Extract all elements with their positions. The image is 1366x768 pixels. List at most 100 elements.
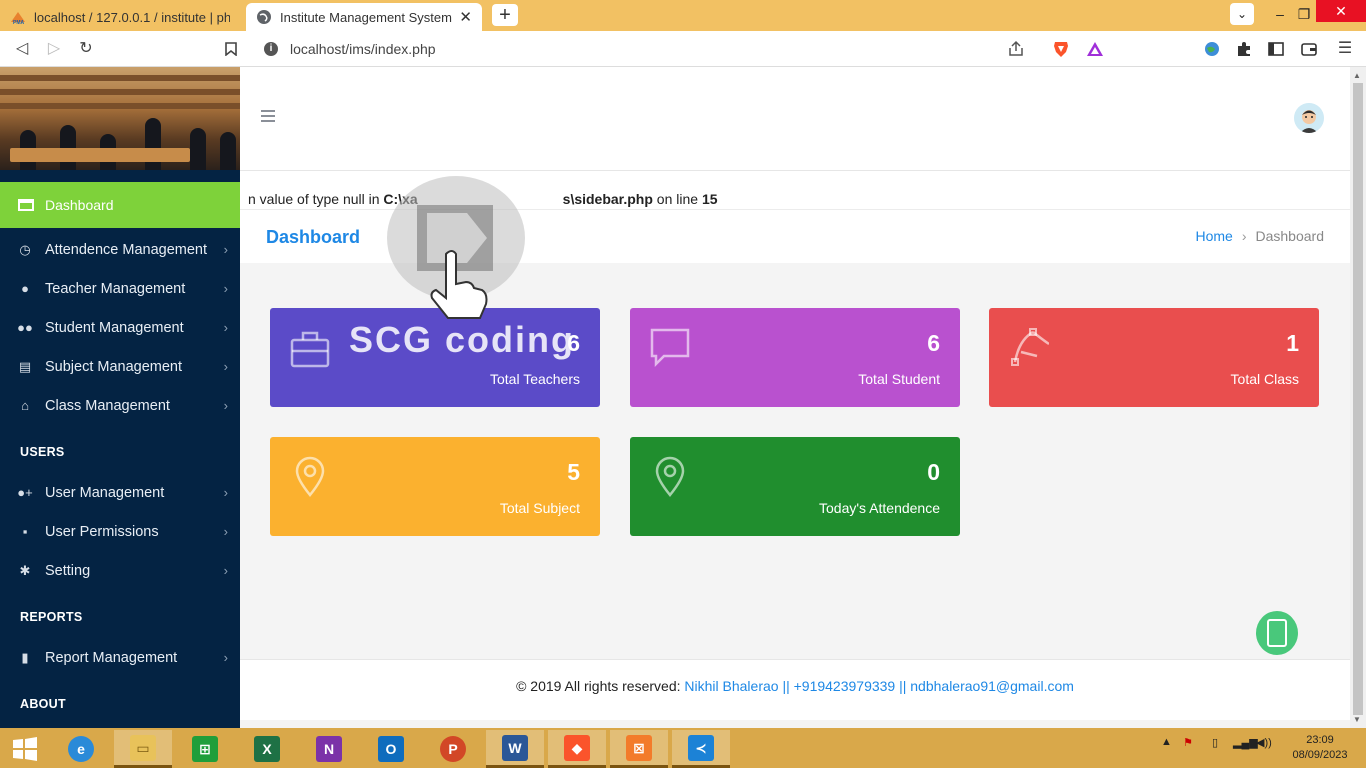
taskbar-ie[interactable]: e (52, 730, 110, 768)
taskbar-vscode[interactable]: ≺ (672, 730, 730, 768)
sidebar-item-subject[interactable]: ▤ Subject Management › (0, 347, 240, 386)
sidebar-item-label: Setting (45, 562, 91, 579)
scrollbar-thumb[interactable] (1353, 83, 1363, 715)
sidebar-item-label: Report Management (45, 649, 178, 666)
sidebar-toggle-icon[interactable] (1267, 40, 1285, 58)
sidebar-item-report-management[interactable]: ▮ Report Management › (0, 638, 240, 677)
network-error-icon[interactable]: ⚑ (1183, 736, 1193, 749)
back-icon[interactable]: ◁ (12, 39, 32, 59)
stat-card-class[interactable]: 1 Total Class (989, 308, 1319, 407)
tray-overflow-icon[interactable]: ▲ (1161, 736, 1172, 748)
taskbar-onenote[interactable]: N (300, 730, 358, 768)
reload-icon[interactable]: ↻ (76, 39, 96, 59)
system-clock[interactable]: 23:09 08/09/2023 (1280, 733, 1360, 763)
extension-globe-icon[interactable] (1203, 40, 1221, 58)
taskbar-brave[interactable]: ◆ (548, 730, 606, 768)
stat-label: Total Subject (499, 500, 580, 516)
lock-icon: ▪ (22, 524, 28, 539)
maximize-button[interactable]: ❐ (1292, 3, 1316, 25)
sidebar-item-user-management[interactable]: ●+ User Management › (0, 473, 240, 512)
taskbar-outlook[interactable]: O (362, 730, 420, 768)
close-tab-icon[interactable]: ✕ (459, 8, 472, 26)
chevron-right-icon: › (1241, 228, 1247, 244)
address-bar[interactable]: i localhost/ims/index.php (254, 35, 1112, 63)
internet-explorer-icon: e (68, 736, 94, 762)
sidebar-item-user-permissions[interactable]: ▪ User Permissions › (0, 512, 240, 551)
forward-icon[interactable]: ▷ (44, 39, 64, 59)
sidebar-item-label: Subject Management (45, 358, 183, 375)
taskbar-word[interactable]: W (486, 730, 544, 768)
close-window-button[interactable]: ✕ (1316, 0, 1366, 22)
home-icon: ⌂ (21, 398, 29, 413)
taskbar-excel[interactable]: X (238, 730, 296, 768)
share-icon[interactable] (1007, 40, 1025, 58)
author-contact-link[interactable]: Nikhil Bhalerao || +919423979339 || ndbh… (684, 678, 1074, 694)
brave-shield-icon[interactable] (1052, 40, 1070, 58)
tab-institute[interactable]: Institute Management System ✕ (246, 3, 482, 31)
bookmark-icon[interactable] (221, 39, 241, 59)
folder-icon: ▭ (130, 734, 156, 761)
start-button[interactable] (0, 730, 50, 768)
chevron-right-icon: › (223, 650, 228, 665)
new-tab-button[interactable]: + (492, 4, 518, 26)
stat-card-students[interactable]: 6 Total Student (630, 308, 960, 407)
brave-rewards-icon[interactable] (1086, 40, 1104, 58)
warning-text: on line (652, 191, 702, 207)
chevron-right-icon: › (223, 242, 228, 257)
scroll-up-icon[interactable]: ▲ (1353, 71, 1361, 80)
taskbar-store[interactable]: ⊞ (176, 730, 234, 768)
signal-icon[interactable]: ▂▄▆ (1233, 736, 1258, 749)
phpmyadmin-icon: PMA (11, 12, 25, 25)
volume-icon[interactable]: ◀)) (1256, 736, 1272, 749)
taskbar-file-explorer[interactable]: ▭ (114, 730, 172, 768)
stat-card-subject[interactable]: 5 Total Subject (270, 437, 600, 536)
onenote-icon: N (316, 736, 342, 762)
sidebar-item-teacher[interactable]: ● Teacher Management › (0, 269, 240, 308)
vector-icon (1011, 328, 1049, 366)
vscode-icon: ≺ (688, 734, 714, 761)
avatar[interactable] (1294, 103, 1324, 133)
stat-card-attendence[interactable]: 0 Today's Attendence (630, 437, 960, 536)
battery-icon[interactable]: ▯ (1212, 736, 1218, 749)
tab-phpmyadmin[interactable]: PMA localhost / 127.0.0.1 / institute | … (0, 3, 240, 31)
powerpoint-icon: P (440, 736, 466, 762)
taskbar-powerpoint[interactable]: P (424, 730, 482, 768)
chevron-right-icon: › (223, 524, 228, 539)
chat-icon (650, 328, 690, 368)
sidebar-item-setting[interactable]: ✱ Setting › (0, 551, 240, 590)
floating-action-button[interactable] (1256, 611, 1298, 655)
users-icon: ●● (17, 320, 33, 335)
sidebar-item-attendence[interactable]: ◷ Attendence Management › (0, 230, 240, 269)
user-icon: ● (21, 281, 29, 296)
briefcase-icon (290, 331, 330, 368)
page-scrollbar[interactable]: ▲ ▼ (1350, 67, 1366, 728)
wallet-icon[interactable] (1300, 40, 1318, 58)
hamburger-menu-icon[interactable] (261, 110, 275, 125)
section-heading-users: USERS (20, 445, 65, 459)
sidebar-item-dashboard[interactable]: Dashboard (0, 182, 240, 228)
sidebar-item-student[interactable]: ●● Student Management › (0, 308, 240, 347)
warning-line-number: 15 (701, 191, 718, 207)
menu-icon[interactable]: ☰ (1335, 39, 1355, 59)
extensions-puzzle-icon[interactable] (1235, 40, 1253, 58)
tab-title: localhost / 127.0.0.1 / institute | phpM… (34, 9, 230, 25)
scroll-down-icon[interactable]: ▼ (1353, 715, 1361, 724)
windows-logo-icon (13, 737, 37, 761)
breadcrumb-home-link[interactable]: Home (1195, 228, 1232, 244)
tab-search-dropdown-icon[interactable]: ⌄ (1230, 3, 1254, 25)
taskbar-xampp[interactable]: ⊠ (610, 730, 668, 768)
copyright-text: © 2019 All rights reserved: (516, 678, 685, 694)
excel-icon: X (254, 736, 280, 762)
stat-value: 5 (567, 459, 580, 485)
sidebar-item-class[interactable]: ⌂ Class Management › (0, 386, 240, 425)
sidebar-item-label: User Permissions (45, 523, 159, 540)
stat-value: 6 (927, 330, 940, 356)
page-title: Dashboard (266, 227, 361, 247)
stat-label: Total Teachers (489, 371, 580, 387)
sidebar: Dashboard ◷ Attendence Management › ● Te… (0, 67, 240, 728)
section-heading-reports: REPORTS (20, 610, 83, 624)
minimize-button[interactable]: – (1268, 3, 1292, 25)
chevron-right-icon: › (223, 320, 228, 335)
site-info-icon[interactable]: i (264, 42, 278, 56)
chevron-right-icon: › (223, 281, 228, 296)
